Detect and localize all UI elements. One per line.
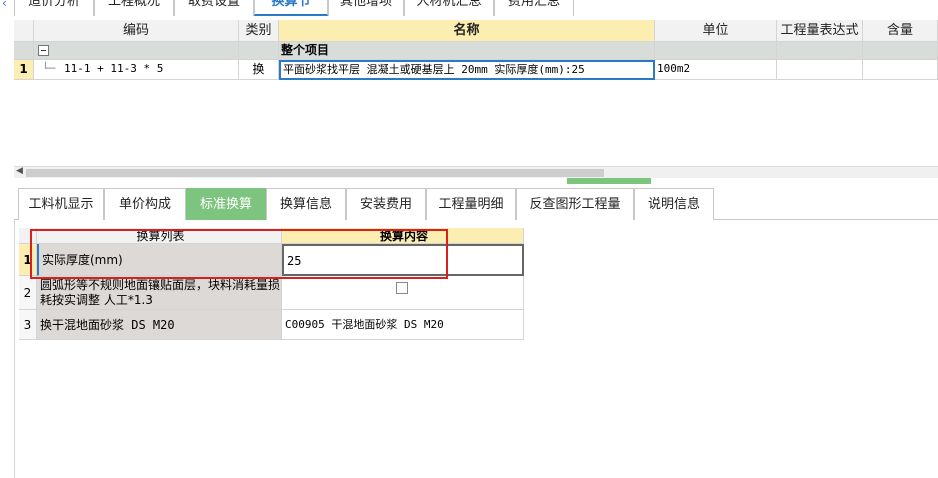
row-name[interactable]: 平面砂浆找平层 混凝土或硬基层上 20mm 实际厚度(mm):25 (279, 60, 655, 80)
tab-fee-settings[interactable]: 取费设置 (174, 0, 254, 16)
top-tab-strip: ‹ 造价分析 工程概况 取费设置 换算节 其他增项 人材机汇总 费用汇总 (0, 0, 938, 16)
tab-installation-fee[interactable]: 安装费用 (346, 188, 426, 220)
tab-conversion-info[interactable]: 换算信息 (266, 188, 346, 220)
pane-splitter-handle[interactable] (567, 178, 651, 184)
row-number: 1 (19, 244, 37, 276)
tab-other-items[interactable]: 其他增项 (328, 0, 404, 16)
row-number: 3 (19, 310, 37, 340)
tab-conversion[interactable]: 换算节 (254, 0, 328, 16)
conversion-value-cell (282, 276, 524, 310)
tree-line-icon: └─ (42, 62, 56, 75)
scroll-left-arrow-icon[interactable]: ◀ (16, 166, 23, 176)
tab-labor-material-summary[interactable]: 人材机汇总 (404, 0, 494, 16)
conversion-pane: 换算列表 换算内容 1 实际厚度(mm) 25 2 圆弧形等不规则地面镶贴面层，… (14, 220, 938, 478)
table-row[interactable]: 3 换干混地面砂浆 DS M20 C00905 干混地面砂浆 DS M20 (19, 310, 524, 340)
detail-tab-bar: 工料机显示 单价构成 标准换算 换算信息 安装费用 工程量明细 反查图形工程量 … (14, 188, 938, 220)
row-content[interactable] (863, 60, 938, 80)
conversion-value-select[interactable]: C00905 干混地面砂浆 DS M20 (282, 310, 524, 340)
col-unit[interactable]: 单位 (655, 20, 777, 42)
tab-description-info[interactable]: 说明信息 (634, 188, 714, 220)
scroll-left-icon[interactable]: ‹ (2, 0, 7, 10)
col-conversion-content[interactable]: 换算内容 (282, 228, 524, 244)
tab-fee-summary[interactable]: 费用汇总 (494, 0, 574, 16)
tab-unit-price-composition[interactable]: 单价构成 (104, 188, 186, 220)
tab-project-overview[interactable]: 工程概况 (94, 0, 174, 16)
col-name[interactable]: 名称 (279, 20, 655, 42)
row-quantity-expression[interactable] (777, 60, 863, 80)
table-row[interactable]: 1 └─ 11-1 + 11-3 * 5 换 平面砂浆找平层 混凝土或硬基层上 … (14, 60, 938, 80)
col-type[interactable]: 类别 (239, 20, 279, 42)
horizontal-scrollbar[interactable]: ◀ (14, 166, 938, 178)
tab-standard-conversion[interactable]: 标准换算 (186, 188, 266, 220)
col-conversion-list[interactable]: 换算列表 (37, 228, 282, 244)
conversion-grid-header: 换算列表 换算内容 (19, 228, 524, 244)
tab-quantity-details[interactable]: 工程量明细 (426, 188, 516, 220)
group-name: 整个项目 (279, 42, 655, 60)
table-row[interactable]: 2 圆弧形等不规则地面镶贴面层，块料消耗量损耗按实调整 人工*1.3 (19, 276, 524, 310)
row-code[interactable]: └─ 11-1 + 11-3 * 5 (34, 60, 239, 80)
group-row[interactable]: 整个项目 (14, 42, 938, 60)
conversion-name: 圆弧形等不规则地面镶贴面层，块料消耗量损耗按实调整 人工*1.3 (37, 276, 282, 310)
collapse-icon[interactable] (38, 45, 49, 56)
table-row[interactable]: 1 实际厚度(mm) 25 (19, 244, 524, 276)
tab-reverse-lookup-quantity[interactable]: 反查图形工程量 (516, 188, 634, 220)
conversion-value-input[interactable]: 25 (282, 244, 524, 276)
conversion-name: 实际厚度(mm) (37, 244, 282, 276)
item-grid-header: 编码 类别 名称 单位 工程量表达式 含量 (14, 20, 938, 42)
col-quantity-expression[interactable]: 工程量表达式 (777, 20, 863, 42)
item-grid: 编码 类别 名称 单位 工程量表达式 含量 整个项目 1 └─ 11-1 + 1… (14, 20, 938, 166)
row-type[interactable]: 换 (239, 60, 279, 80)
conversion-checkbox[interactable] (396, 282, 408, 294)
conversion-name: 换干混地面砂浆 DS M20 (37, 310, 282, 340)
row-number: 2 (19, 276, 37, 310)
col-content[interactable]: 含量 (863, 20, 938, 42)
tab-cost-analysis[interactable]: 造价分析 (14, 0, 94, 16)
tab-labor-material-display[interactable]: 工料机显示 (18, 188, 104, 220)
row-number: 1 (14, 60, 34, 80)
col-code[interactable]: 编码 (34, 20, 239, 42)
scrollbar-thumb[interactable] (26, 169, 604, 177)
row-unit[interactable]: 100m2 (655, 60, 777, 80)
